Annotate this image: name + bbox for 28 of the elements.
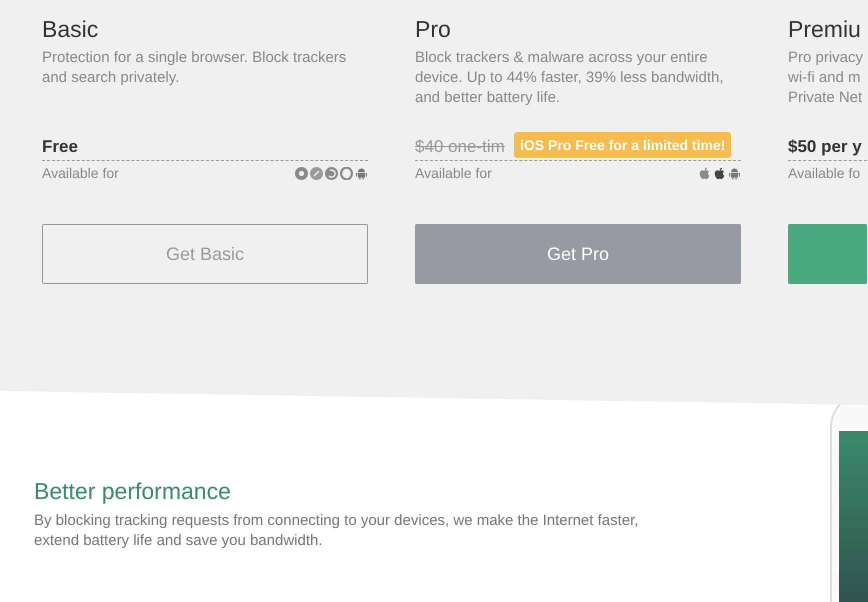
get-plan-button[interactable]: Get Pro <box>415 224 741 284</box>
ring-icon <box>340 166 353 180</box>
get-plan-button[interactable]: Get Basic <box>42 224 368 284</box>
browser-icon <box>325 166 338 180</box>
plan-price: $40 one-tim <box>415 137 505 158</box>
plan-description: Block trackers & malware across your entire device. Up to 44% faster, 39% less bandwidth, and better battery life. <box>415 49 724 106</box>
plan-price: Free <box>42 137 78 158</box>
browser-icon <box>295 166 308 180</box>
apple-icon <box>698 166 711 180</box>
compass-icon <box>310 166 323 180</box>
plan-description: Pro privacy <box>788 48 864 68</box>
promo-badge: iOS Pro Free for a limited time! <box>514 132 732 158</box>
apple-icon <box>713 166 726 180</box>
plan-description: Protection for a single browser. Block trackers and search privately. <box>42 49 346 86</box>
available-label: Available for <box>42 165 119 181</box>
android-icon <box>728 166 741 180</box>
feature-title: Better performance <box>34 478 232 505</box>
android-icon <box>355 166 368 180</box>
plan-description: Private Net <box>788 88 864 108</box>
available-label: Available fo <box>788 165 860 181</box>
plan-description: wi-fi and m <box>788 68 862 88</box>
get-plan-button[interactable] <box>788 224 867 284</box>
plan-title: Premiu <box>788 15 862 44</box>
available-label: Available for <box>415 165 492 181</box>
feature-text: By blocking tracking requests from connecting to your devices, we make the Internet faster, extend battery life and save you bandwidth. <box>34 511 640 551</box>
plan-title: Basic <box>42 15 100 44</box>
plan-title: Pro <box>415 15 452 44</box>
plan-price: $50 per y <box>788 137 862 158</box>
